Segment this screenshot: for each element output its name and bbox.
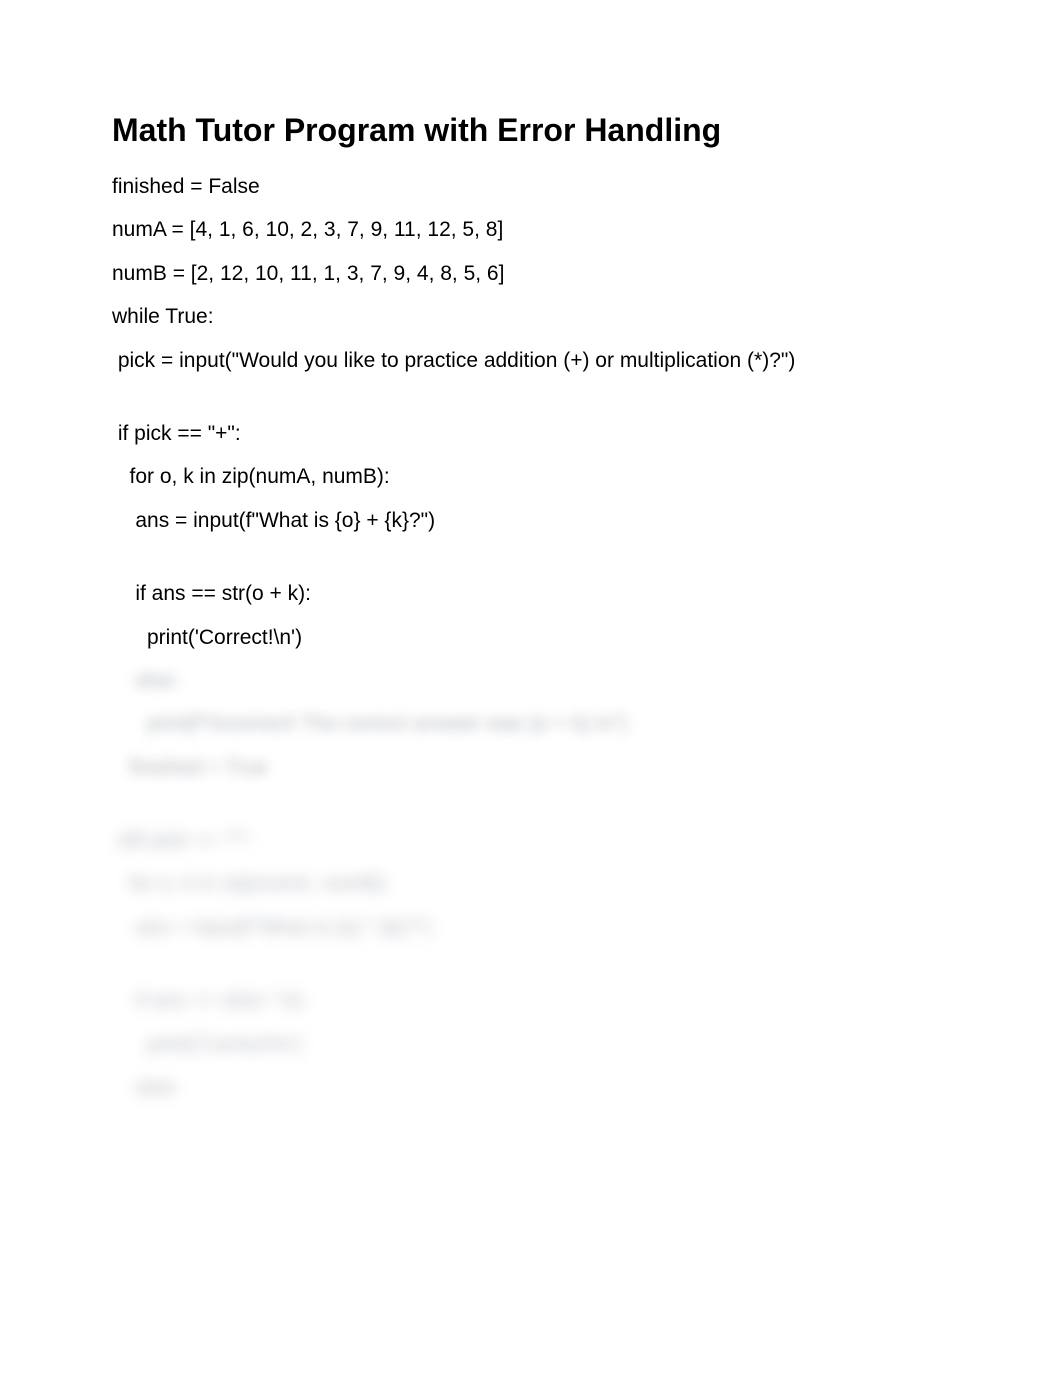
blurred-code-line: elif pick == "*":	[112, 826, 950, 855]
code-line: while True:	[112, 302, 950, 331]
code-line: if ans == str(o + k):	[112, 579, 950, 608]
code-line: numA = [4, 1, 6, 10, 2, 3, 7, 9, 11, 12,…	[112, 215, 950, 244]
code-line: pick = input("Would you like to practice…	[112, 346, 950, 375]
code-line: ans = input(f"What is {o} + {k}?")	[112, 506, 950, 535]
document-page: Math Tutor Program with Error Handling f…	[0, 0, 1062, 1377]
blurred-code-line: print(f"Incorrect! The correct answer wa…	[112, 709, 950, 738]
code-line: for o, k in zip(numA, numB):	[112, 462, 950, 491]
code-line: print('Correct!\n')	[112, 623, 950, 652]
blank-line	[112, 796, 950, 826]
blank-line	[112, 389, 950, 419]
blurred-code-line: if ans == str(o * k):	[112, 986, 950, 1015]
code-line: numB = [2, 12, 10, 11, 1, 3, 7, 9, 4, 8,…	[112, 259, 950, 288]
blurred-code-line: else:	[112, 666, 950, 695]
blank-line	[112, 549, 950, 579]
blurred-code-line: for o, k in zip(numA, numB):	[112, 869, 950, 898]
page-title: Math Tutor Program with Error Handling	[112, 110, 950, 150]
blurred-code-line: else:	[112, 1073, 950, 1102]
blurred-code-line: print('Correct!\n')	[112, 1030, 950, 1059]
code-line: if pick == "+":	[112, 419, 950, 448]
code-line: finished = False	[112, 172, 950, 201]
blurred-code-line: ans = input(f"What is {o} * {k}?")	[112, 913, 950, 942]
blank-line	[112, 956, 950, 986]
blurred-code-line: finished = True	[112, 753, 950, 782]
